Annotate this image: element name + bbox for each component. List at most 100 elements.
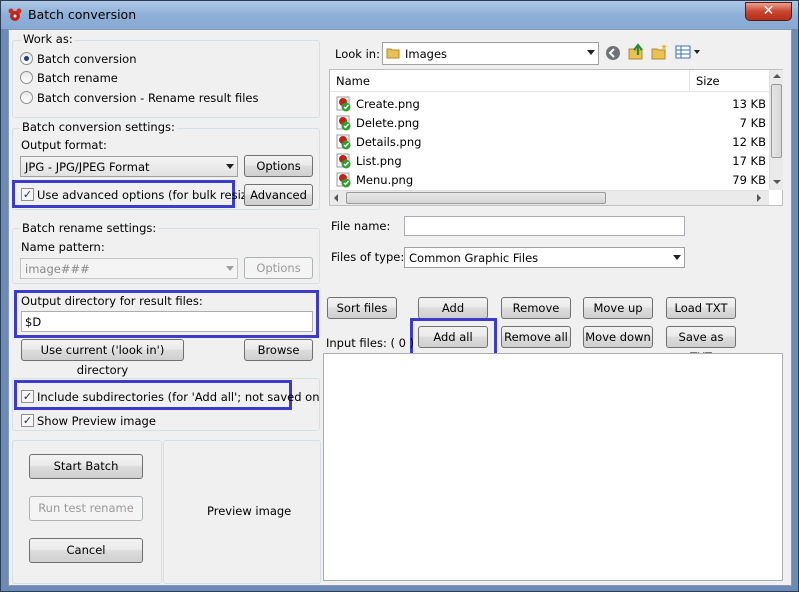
file-name: Create.png: [356, 97, 420, 111]
radio-batch-conversion[interactable]: [20, 52, 33, 65]
name-pattern-label: Name pattern:: [21, 240, 105, 254]
scroll-left-icon[interactable]: [334, 194, 338, 202]
file-row[interactable]: Delete.png 7 KB: [336, 114, 766, 132]
name-pattern-value: image###: [25, 262, 90, 276]
preview-image-label: Preview image: [207, 504, 292, 518]
browse-button[interactable]: Browse: [244, 339, 313, 361]
scroll-up-icon[interactable]: [773, 74, 781, 78]
output-dir-label: Output directory for result files:: [21, 294, 203, 308]
irfanview-app-icon: [8, 8, 22, 21]
column-name-header[interactable]: Name: [336, 74, 370, 88]
file-size: 13 KB: [732, 97, 766, 111]
folder-icon: [386, 48, 400, 59]
use-current-dir-button[interactable]: Use current ('look in') directory: [21, 339, 184, 377]
work-as-label: Work as:: [21, 32, 75, 46]
file-size: 12 KB: [732, 135, 766, 149]
advanced-options-label[interactable]: Use advanced options (for bulk resize...…: [37, 188, 269, 202]
column-size-header[interactable]: Size: [696, 74, 720, 88]
radio-batch-conversion-label[interactable]: Batch conversion: [37, 52, 136, 66]
files-of-type-label: Files of type:: [331, 250, 405, 264]
show-preview-checkbox[interactable]: ✓: [21, 414, 34, 427]
file-list[interactable]: Name Size Create.png 13 KB Delete.png 7 …: [329, 69, 783, 206]
scrollbar-thumb[interactable]: [346, 192, 606, 204]
file-row[interactable]: Create.png 13 KB: [336, 95, 766, 113]
conversion-settings-label: Batch conversion settings:: [20, 120, 177, 134]
add-button[interactable]: Add: [418, 297, 488, 319]
up-folder-icon[interactable]: [628, 43, 645, 61]
close-icon: ✕: [762, 3, 775, 19]
image-file-icon: [336, 153, 351, 169]
output-dir-value: $D: [25, 315, 42, 329]
advanced-options-checkbox[interactable]: ✓: [21, 188, 34, 201]
file-name: List.png: [356, 154, 402, 168]
title-bar: Batch conversion ✕: [1, 1, 798, 29]
image-file-icon: [336, 172, 351, 188]
files-of-type-value: Common Graphic Files: [409, 251, 539, 265]
file-row[interactable]: Details.png 12 KB: [336, 133, 766, 151]
file-name: Delete.png: [356, 116, 420, 130]
look-in-value: Images: [405, 47, 448, 61]
file-size: 7 KB: [739, 116, 766, 130]
move-up-button[interactable]: Move up: [583, 297, 653, 319]
file-row[interactable]: List.png 17 KB: [336, 152, 766, 170]
chevron-down-icon: [226, 266, 234, 271]
include-subdirs-checkbox[interactable]: ✓: [21, 390, 34, 403]
chevron-down-icon: [587, 50, 595, 55]
file-name-label: File name:: [331, 219, 391, 233]
file-name: Details.png: [356, 135, 422, 149]
look-in-label: Look in:: [335, 47, 380, 61]
radio-batch-rename-label[interactable]: Batch rename: [37, 71, 118, 85]
sort-files-button[interactable]: Sort files: [327, 297, 397, 319]
remove-button[interactable]: Remove: [501, 297, 571, 319]
start-batch-button[interactable]: Start Batch: [29, 454, 143, 479]
image-file-icon: [336, 96, 351, 112]
cancel-button[interactable]: Cancel: [29, 538, 143, 563]
include-subdirs-label[interactable]: Include subdirectories (for 'Add all'; n…: [37, 390, 349, 404]
dialog-client-area: Work as: Batch conversion Batch rename B…: [8, 29, 792, 586]
rename-settings-label: Batch rename settings:: [20, 221, 159, 235]
file-list-horizontal-scrollbar[interactable]: [330, 190, 769, 205]
image-file-icon: [336, 134, 351, 150]
load-txt-button[interactable]: Load TXT: [666, 297, 736, 319]
file-name: Menu.png: [356, 173, 414, 187]
run-test-rename-button[interactable]: Run test rename: [29, 496, 143, 521]
scrollbar-thumb[interactable]: [771, 84, 782, 158]
chevron-down-icon: [226, 164, 234, 169]
file-size: 79 KB: [732, 173, 766, 187]
new-folder-icon[interactable]: [651, 43, 668, 61]
file-row[interactable]: Menu.png 79 KB: [336, 171, 766, 189]
name-pattern-combo[interactable]: image###: [20, 258, 238, 279]
look-in-select[interactable]: Images: [382, 42, 599, 65]
input-files-label: Input files: ( 0 ): [326, 336, 415, 350]
chevron-down-icon: [673, 255, 681, 260]
image-file-icon: [336, 115, 351, 131]
conversion-options-button[interactable]: Options: [244, 155, 313, 177]
output-format-select[interactable]: JPG - JPG/JPEG Format: [20, 156, 238, 177]
scroll-right-icon[interactable]: [757, 194, 761, 202]
advanced-button[interactable]: Advanced: [244, 184, 313, 206]
radio-batch-rename[interactable]: [20, 71, 33, 84]
rename-options-button[interactable]: Options: [244, 257, 313, 279]
close-button[interactable]: ✕: [745, 2, 792, 21]
scroll-down-icon[interactable]: [773, 180, 781, 184]
input-files-list[interactable]: [323, 353, 783, 581]
radio-conversion-rename[interactable]: [20, 91, 33, 104]
files-of-type-select[interactable]: Common Graphic Files: [404, 247, 685, 268]
batch-conversion-window: Batch conversion ✕ Work as: Batch conver…: [0, 0, 799, 592]
remove-all-button[interactable]: Remove all: [501, 326, 571, 348]
save-as-txt-button[interactable]: Save as TXT: [666, 326, 736, 364]
show-preview-label[interactable]: Show Preview image: [37, 414, 156, 428]
output-dir-input[interactable]: $D: [21, 311, 313, 332]
back-icon[interactable]: [605, 45, 621, 61]
file-size: 17 KB: [732, 154, 766, 168]
file-list-header: Name Size: [330, 70, 769, 92]
view-menu-icon[interactable]: [675, 45, 701, 59]
file-list-vertical-scrollbar[interactable]: [769, 70, 783, 190]
file-name-input[interactable]: [404, 216, 685, 236]
output-format-label: Output format:: [21, 138, 107, 152]
move-down-button[interactable]: Move down: [583, 326, 653, 348]
radio-conversion-rename-label[interactable]: Batch conversion - Rename result files: [37, 91, 258, 105]
window-title: Batch conversion: [28, 7, 137, 22]
add-all-button[interactable]: Add all: [418, 326, 488, 348]
output-format-value: JPG - JPG/JPEG Format: [25, 160, 150, 174]
